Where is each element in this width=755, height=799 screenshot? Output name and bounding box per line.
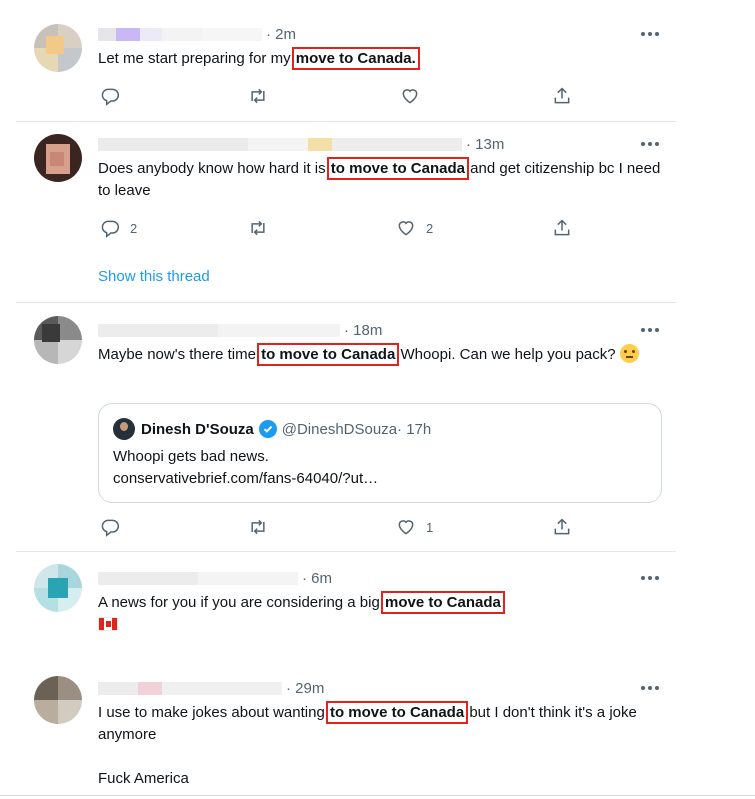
tweet-header: 29m [98,678,324,698]
tweet-time[interactable]: 2m [266,26,296,43]
quoted-tweet-header: Dinesh D'Souza @DineshDSouza 17h [113,418,431,440]
highlighted-phrase: move to Canada [381,591,505,614]
avatar[interactable] [34,134,82,182]
quoted-tweet-text: Whoopi gets bad news. conservativebrief.… [113,446,633,490]
reply-button[interactable] [100,515,120,539]
tweet-text: A news for you if you are considering a … [98,591,668,636]
more-icon[interactable] [638,320,662,340]
retweet-icon [251,519,265,535]
more-icon[interactable] [638,134,662,154]
avatar[interactable] [34,676,82,724]
share-icon [554,87,570,104]
tweet[interactable]: 29m I use to make jokes about wanting to… [0,664,676,799]
tweet-text: Maybe now's there time to move to Canada… [98,343,668,366]
avatar[interactable] [34,24,82,72]
quoted-avatar[interactable] [113,418,135,440]
like-count: 2 [426,220,434,236]
like-button[interactable] [400,84,420,108]
like-button[interactable]: 2 [396,216,433,240]
tweet-actions: 1 [98,515,578,539]
like-icon [398,221,414,236]
username-blurred[interactable] [98,137,248,151]
tweet-text: Let me start preparing for my move to Ca… [98,47,420,70]
bottom-edge [0,795,755,796]
tweet-header: 13m [98,134,504,154]
show-thread-link[interactable]: Show this thread [98,268,210,285]
tweet-time[interactable]: 6m [302,570,332,587]
tweet-text: I use to make jokes about wanting to mov… [98,701,637,743]
quoted-tweet-link[interactable]: conservativebrief.com/fans-64040/?ut… [113,468,633,490]
more-icon[interactable] [638,568,662,588]
like-icon [398,520,414,535]
tweet[interactable]: 13m Does anybody know how hard it is to … [0,122,676,302]
share-icon [554,518,570,535]
share-icon [554,219,570,236]
reply-button[interactable] [100,84,120,108]
highlighted-phrase: move to Canada. [291,47,420,70]
tweet-text-extra: Fuck America [98,770,189,787]
retweet-icon [251,220,265,236]
avatar[interactable] [34,316,82,364]
like-icon [402,89,418,104]
tweet-text: Does anybody know how hard it is to move… [98,157,661,199]
share-button[interactable] [552,515,572,539]
quoted-author-name[interactable]: Dinesh D'Souza [141,421,254,438]
highlighted-phrase: to move to Canada [257,343,400,366]
rolling-eyes-emoji-icon [619,344,639,363]
like-button[interactable]: 1 [396,515,433,539]
highlighted-phrase: to move to Canada [326,157,469,180]
avatar[interactable] [34,564,82,612]
username-blurred[interactable] [98,323,218,337]
tweet[interactable]: 2m Let me start preparing for my move to… [0,0,676,122]
reply-icon [101,519,120,537]
quoted-tweet[interactable]: Dinesh D'Souza @DineshDSouza 17h Whoopi … [98,403,662,503]
reply-icon [101,220,120,238]
more-icon[interactable] [638,24,662,44]
reply-button[interactable]: 2 [100,216,137,240]
tweet-header: 18m [98,320,382,340]
retweet-button[interactable] [248,84,268,108]
username-blurred[interactable] [98,681,138,695]
retweet-button[interactable] [248,216,268,240]
reply-count: 2 [130,220,138,236]
tweet-actions: 2 2 [98,216,578,240]
highlighted-phrase: to move to Canada [325,701,469,724]
tweet[interactable]: 6m A news for you if you are considering… [0,552,676,664]
tweet-feed: 2m Let me start preparing for my move to… [0,0,676,799]
quoted-tweet-time[interactable]: 17h [397,421,431,438]
username-blurred[interactable] [98,27,116,41]
tweet-time[interactable]: 13m [466,136,504,153]
tweet[interactable]: 18m Maybe now's there time to move to Ca… [0,303,676,551]
like-count: 1 [426,519,434,535]
verified-badge-icon [258,420,277,438]
tweet-header: 2m [98,24,296,44]
more-icon[interactable] [638,678,662,698]
reply-icon [101,88,120,106]
share-button[interactable] [552,84,572,108]
tweet-header: 6m [98,568,332,588]
share-button[interactable] [552,216,572,240]
tweet-time[interactable]: 29m [286,680,324,697]
quoted-author-handle[interactable]: @DineshDSouza [282,421,397,438]
retweet-button[interactable] [248,515,268,539]
retweet-icon [251,88,265,104]
canada-flag-icon [98,617,118,631]
tweet-time[interactable]: 18m [344,322,382,339]
username-blurred[interactable] [98,571,198,585]
tweet-actions [98,84,578,108]
